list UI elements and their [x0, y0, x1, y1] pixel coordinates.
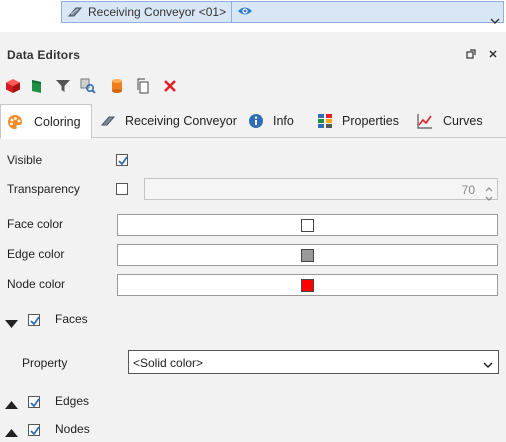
edge-color-label: Edge color: [7, 247, 65, 261]
close-icon[interactable]: [488, 48, 498, 62]
object-tree: Receiving Conveyor <01>: [0, 0, 506, 32]
edges-label: Edges: [55, 394, 90, 408]
transparency-label: Transparency: [7, 182, 80, 196]
eye-icon[interactable]: [237, 5, 253, 20]
edge-color-picker[interactable]: [117, 244, 498, 266]
curves-icon: [417, 113, 433, 132]
nodes-checkbox[interactable]: [28, 424, 40, 436]
nodes-label: Nodes: [55, 422, 90, 436]
property-label: Property: [22, 356, 68, 370]
tab-properties[interactable]: Properties: [308, 104, 407, 138]
transparency-value: 70: [461, 183, 475, 197]
tab-curves[interactable]: Curves: [408, 104, 494, 138]
filter-icon[interactable]: [55, 78, 71, 94]
tab-info[interactable]: Info: [240, 104, 307, 138]
tab-receiving-conveyor[interactable]: Receiving Conveyor: [93, 104, 239, 138]
tab-label: Properties: [342, 114, 399, 128]
visible-label: Visible: [7, 153, 43, 167]
expand-triangle-icon[interactable]: [5, 398, 18, 412]
expand-triangle-icon[interactable]: [5, 426, 18, 440]
tab-label: Curves: [443, 114, 483, 128]
properties-icon: [317, 113, 333, 132]
faces-label: Faces: [55, 312, 88, 326]
float-window-icon[interactable]: [466, 48, 476, 62]
face-color-swatch: [301, 219, 314, 232]
tree-row-receiving-conveyor[interactable]: Receiving Conveyor <01>: [61, 1, 504, 23]
panel-title: Data Editors: [7, 48, 81, 62]
conveyor-icon: [100, 113, 116, 132]
spin-down-icon[interactable]: [485, 191, 493, 205]
copy-icon[interactable]: [135, 78, 151, 94]
collapse-triangle-icon[interactable]: [5, 317, 18, 331]
conveyor-object-icon: [67, 5, 83, 22]
delete-icon[interactable]: [162, 78, 178, 94]
transparency-checkbox[interactable]: [116, 183, 128, 195]
transparency-spinbox[interactable]: 70: [144, 178, 498, 201]
face-color-picker[interactable]: [117, 214, 498, 236]
node-color-label: Node color: [7, 277, 66, 291]
cylinder-icon[interactable]: [109, 78, 125, 94]
info-icon: [248, 113, 264, 132]
visible-checkbox[interactable]: [116, 154, 128, 166]
tab-coloring[interactable]: Coloring: [0, 104, 92, 139]
column-divider: [231, 2, 232, 22]
tab-label: Coloring: [34, 115, 81, 129]
editor-tabs: Coloring Receiving Conveyor Info Propert…: [0, 104, 506, 139]
tab-label: Receiving Conveyor: [125, 114, 237, 128]
property-select[interactable]: <Solid color>: [128, 350, 499, 374]
palette-icon: [7, 114, 23, 133]
faces-checkbox[interactable]: [28, 314, 40, 326]
chevron-down-icon: [483, 358, 493, 372]
red-cube-icon[interactable]: [5, 78, 21, 94]
node-color-swatch: [301, 279, 314, 292]
edge-color-swatch: [301, 249, 314, 262]
edges-checkbox[interactable]: [28, 396, 40, 408]
search-object-icon[interactable]: [80, 78, 96, 94]
tree-row-label: Receiving Conveyor <01>: [88, 5, 227, 19]
property-value: <Solid color>: [133, 356, 204, 370]
tab-label: Info: [273, 114, 294, 128]
face-color-label: Face color: [7, 217, 64, 231]
green-flag-icon[interactable]: [29, 78, 45, 94]
node-color-picker[interactable]: [117, 274, 498, 296]
chevron-down-icon[interactable]: [490, 14, 500, 28]
coloring-panel: Visible Transparency 70 Face color Edge …: [0, 138, 506, 442]
